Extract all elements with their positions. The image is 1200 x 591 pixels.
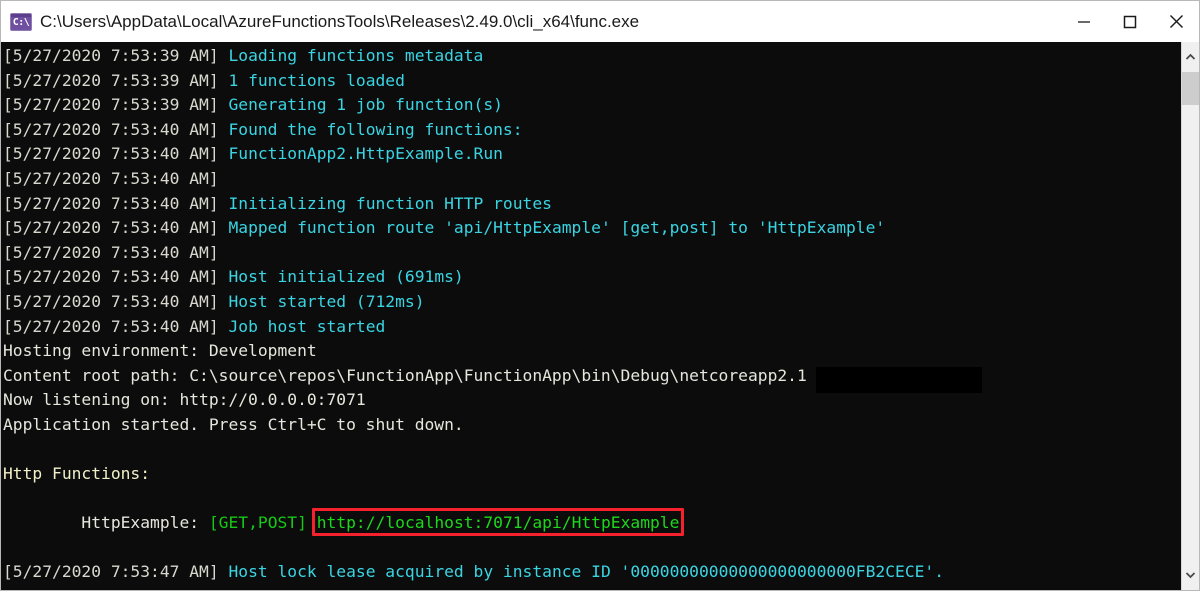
log-space (219, 144, 229, 163)
log-timestamp: [5/27/2020 7:53:40 AM] (3, 168, 219, 188)
maximize-icon (1123, 15, 1137, 28)
plain-line: Now listening on: http://0.0.0.0:7071 (3, 388, 1181, 413)
log-space (219, 267, 229, 286)
log-line: [5/27/2020 7:53:40 AM] Host started (712… (3, 290, 1181, 315)
log-timestamp: [5/27/2020 7:53:40 AM] (3, 242, 219, 262)
minimize-button[interactable] (1061, 1, 1107, 42)
log-timestamp: [5/27/2020 7:53:40 AM] (3, 218, 219, 238)
log-space (219, 120, 229, 139)
minimize-icon (1078, 20, 1090, 23)
blank-line (3, 438, 1181, 463)
plain-text: Hosting environment: Development (3, 341, 317, 361)
log-space (219, 46, 229, 65)
log-line: [5/27/2020 7:53:40 AM] Job host started (3, 315, 1181, 340)
vertical-scrollbar[interactable] (1181, 42, 1199, 590)
window-title: C:\Users\AppData\Local\AzureFunctionsToo… (40, 11, 640, 31)
maximize-button[interactable] (1107, 1, 1153, 42)
scrollbar-track[interactable] (1182, 72, 1199, 560)
scroll-up-button[interactable] (1182, 42, 1199, 72)
log-timestamp: [5/27/2020 7:53:39 AM] (3, 95, 219, 115)
log-timestamp: [5/27/2020 7:53:39 AM] (3, 46, 219, 65)
log-message: Host initialized (691ms) (228, 267, 464, 287)
plain-text: Content root path: C:\source\repos\Funct… (3, 365, 807, 385)
log-space (219, 194, 229, 213)
heading-line: Http Functions: (3, 462, 1181, 487)
blank-line (3, 536, 1181, 561)
log-space (219, 243, 229, 262)
log-timestamp: [5/27/2020 7:53:40 AM] (3, 267, 219, 287)
log-line: [5/27/2020 7:53:40 AM] Found the followi… (3, 118, 1181, 143)
chevron-up-icon (1185, 53, 1196, 60)
console-output[interactable]: [5/27/2020 7:53:39 AM] Loading functions… (1, 42, 1181, 590)
log-timestamp: [5/27/2020 7:53:40 AM] (3, 119, 219, 139)
plain-text: Now listening on: http://0.0.0.0:7071 (3, 390, 366, 410)
log-message: 1 functions loaded (228, 70, 405, 90)
log-space (219, 292, 229, 311)
log-message: Job host started (228, 316, 386, 336)
log-message: Initializing function HTTP routes (228, 193, 552, 213)
close-icon (1169, 15, 1183, 28)
log-space (219, 95, 229, 114)
log-line: [5/27/2020 7:53:39 AM] Generating 1 job … (3, 93, 1181, 118)
log-line: [5/27/2020 7:53:40 AM] Initializing func… (3, 192, 1181, 217)
log-message: Generating 1 job function(s) (228, 95, 503, 115)
scroll-down-button[interactable] (1182, 560, 1199, 590)
chevron-down-icon (1185, 572, 1196, 579)
log-timestamp: [5/27/2020 7:53:39 AM] (3, 70, 219, 90)
log-message: FunctionApp2.HttpExample.Run (228, 144, 503, 164)
log-message: Found the following functions: (228, 119, 523, 139)
redaction-block (815, 366, 982, 393)
log-timestamp: [5/27/2020 7:53:40 AM] (3, 316, 219, 336)
log-line: [5/27/2020 7:53:39 AM] Loading functions… (3, 44, 1181, 69)
title-bar[interactable]: C:\ C:\Users\AppData\Local\AzureFunction… (1, 1, 1199, 42)
plain-line: Application started. Press Ctrl+C to shu… (3, 413, 1181, 438)
blank (3, 440, 13, 459)
plain-text: Application started. Press Ctrl+C to shu… (3, 414, 464, 434)
console-icon-glyph: C:\ (12, 16, 30, 28)
log-message: Host started (712ms) (228, 291, 425, 311)
log-timestamp: [5/27/2020 7:53:40 AM] (3, 291, 219, 311)
log-line: [5/27/2020 7:53:40 AM] (3, 167, 1181, 192)
plain-line: Hosting environment: Development (3, 339, 1181, 364)
log-line: [5/27/2020 7:53:39 AM] 1 functions loade… (3, 69, 1181, 94)
function-name: HttpExample: (81, 513, 200, 533)
log-line: [5/27/2020 7:53:40 AM] FunctionApp2.Http… (3, 142, 1181, 167)
url-highlight-box (311, 508, 685, 537)
log-line: [5/27/2020 7:53:40 AM] (3, 241, 1181, 266)
log-message: Host lock lease acquired by instance ID … (228, 562, 945, 582)
console-window: C:\ C:\Users\AppData\Local\AzureFunction… (0, 0, 1200, 591)
plain-line: Content root path: C:\source\repos\Funct… (3, 364, 1181, 389)
console-area: [5/27/2020 7:53:39 AM] Loading functions… (1, 42, 1199, 590)
http-functions-heading: Http Functions: (3, 464, 151, 484)
sp (199, 513, 209, 532)
function-methods: [GET,POST] (208, 513, 307, 533)
caption-button-group (1061, 1, 1199, 42)
log-space (219, 317, 229, 336)
log-line: [5/27/2020 7:53:40 AM] Host initialized … (3, 265, 1181, 290)
console-app-icon: C:\ (10, 12, 32, 31)
scrollbar-thumb[interactable] (1182, 72, 1199, 105)
log-message: Loading functions metadata (228, 46, 484, 65)
log-space (219, 218, 229, 237)
log-timestamp: [5/27/2020 7:53:40 AM] (3, 144, 219, 164)
log-line: [5/27/2020 7:53:40 AM] Mapped function r… (3, 216, 1181, 241)
blank (3, 489, 13, 508)
log-timestamp: [5/27/2020 7:53:40 AM] (3, 193, 219, 213)
log-line: [5/27/2020 7:53:47 AM] Host lock lease a… (3, 560, 1181, 585)
log-space (219, 71, 229, 90)
log-timestamp: [5/27/2020 7:53:47 AM] (3, 562, 219, 582)
log-space (219, 562, 229, 581)
log-message: Mapped function route 'api/HttpExample' … (228, 218, 886, 238)
close-button[interactable] (1153, 1, 1199, 42)
log-space (219, 169, 229, 188)
blank (3, 538, 13, 557)
